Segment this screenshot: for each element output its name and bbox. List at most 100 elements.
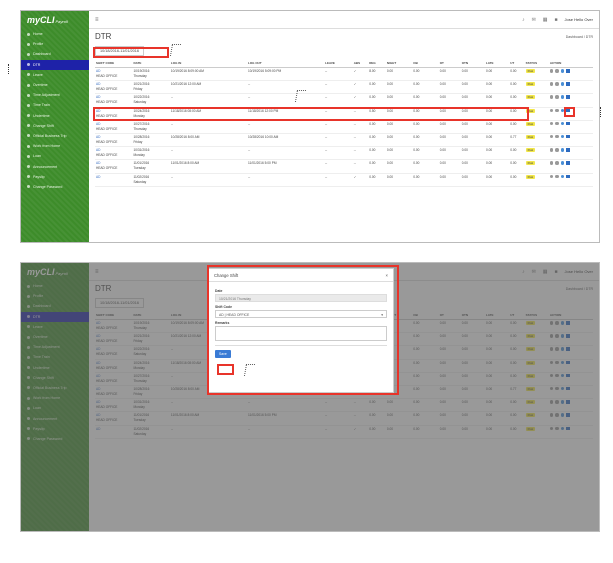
date-range-filter[interactable]: 10/18/2016-11/01/2016	[95, 46, 144, 56]
sidebar-item-dtr[interactable]: DTR	[21, 59, 89, 70]
user-avatar-icon[interactable]: ■	[555, 17, 558, 23]
status-badge: Post	[525, 108, 536, 113]
table-cell: 0.00	[438, 67, 461, 82]
info-icon[interactable]	[560, 108, 565, 113]
sidebar-item-leave[interactable]: Leave	[21, 70, 89, 80]
view-icon[interactable]	[549, 121, 554, 126]
table-row[interactable]: ADHEAD OFFICE11/01/2016Tuesday11/01/2016…	[95, 159, 593, 174]
shift-code-link[interactable]: AD	[96, 161, 131, 165]
user-name[interactable]: Jose Hello Over	[565, 17, 593, 22]
view-icon[interactable]	[549, 161, 554, 165]
sidebar-item-change-password[interactable]: Change Password	[21, 182, 89, 192]
clock-icon[interactable]	[555, 174, 559, 178]
sidebar-item-profile[interactable]: Profile	[21, 39, 89, 49]
sidebar-item-announcement[interactable]: Announcement	[21, 161, 89, 171]
shift-code-link[interactable]: AD	[96, 135, 131, 139]
save-button[interactable]: Save	[215, 350, 231, 358]
shift-code-link[interactable]: AD	[96, 82, 131, 86]
view-icon[interactable]	[549, 95, 554, 99]
info-icon[interactable]	[560, 69, 565, 73]
table-cell: ADHEAD OFFICE	[95, 80, 133, 95]
change-shift-icon[interactable]	[566, 108, 570, 113]
change-shift-icon[interactable]	[566, 121, 570, 126]
clock-icon[interactable]	[555, 148, 559, 152]
table-cell: 0.00	[412, 159, 439, 174]
remarks-textarea[interactable]	[215, 326, 387, 341]
info-icon[interactable]	[560, 82, 565, 86]
table-row[interactable]: ADHEAD OFFICE10/22/2016Saturday------✓0.…	[95, 93, 593, 108]
sidebar-item-dashboard[interactable]: Dashboard	[21, 49, 89, 59]
shift-code-link[interactable]: AD	[96, 109, 131, 113]
table-cell: ADHEAD OFFICE	[95, 146, 133, 161]
change-shift-icon[interactable]	[566, 82, 570, 86]
change-shift-icon[interactable]	[566, 148, 570, 152]
table-row[interactable]: ADHEAD OFFICE10/21/2016Friday10/21/2016 …	[95, 80, 593, 95]
close-icon[interactable]: ×	[386, 273, 388, 278]
sidebar-item-change-shift[interactable]: Change Shift	[21, 121, 89, 131]
clock-icon[interactable]	[555, 95, 559, 99]
view-icon[interactable]	[549, 148, 554, 152]
table-row[interactable]: ADHEAD OFFICE10/24/2016Monday11/18/2016 …	[95, 107, 593, 121]
change-shift-icon[interactable]	[566, 134, 570, 139]
clock-icon[interactable]	[555, 82, 559, 86]
view-icon[interactable]	[549, 69, 554, 73]
sidebar-item-time-train[interactable]: Time Train	[21, 100, 89, 110]
breadcrumb[interactable]: Dashboard / DTR	[566, 35, 593, 39]
clock-icon[interactable]	[555, 161, 559, 165]
clock-icon[interactable]	[555, 121, 559, 126]
info-icon[interactable]	[560, 174, 565, 178]
table-row[interactable]: ADHEAD OFFICE10/31/2016Monday--------0.0…	[95, 146, 593, 161]
table-cell: 0.00	[438, 107, 461, 121]
shift-code-link[interactable]: AD	[96, 122, 131, 126]
change-shift-icon[interactable]	[566, 174, 570, 178]
sidebar-item-work-from-home[interactable]: Work from Home	[21, 141, 89, 151]
sidebar-item-time-adjustment[interactable]: Time Adjustment	[21, 90, 89, 100]
table-cell: 0.00	[438, 133, 461, 148]
sidebar-item-undertime[interactable]: Undertime	[21, 111, 89, 121]
view-icon[interactable]	[549, 108, 554, 113]
sidebar-item-official-business-trip[interactable]: Official Business Trip	[21, 131, 89, 141]
sidebar-item-home[interactable]: Home	[21, 29, 89, 39]
table-cell: --	[352, 107, 369, 121]
clock-icon[interactable]	[555, 69, 559, 73]
shift-code-link[interactable]: AD	[96, 148, 131, 152]
view-icon[interactable]	[549, 174, 554, 178]
table-cell: 0.00	[438, 146, 461, 161]
shift-code-link[interactable]: AD	[96, 175, 131, 179]
info-icon[interactable]	[560, 95, 565, 99]
change-shift-icon[interactable]	[566, 161, 570, 165]
info-icon[interactable]	[560, 134, 565, 139]
table-row[interactable]: ADHEAD OFFICE10/28/2016Friday10/28/2016 …	[95, 133, 593, 148]
sidebar-item-payslip[interactable]: Payslip	[21, 172, 89, 182]
change-shift-icon[interactable]	[566, 95, 570, 99]
table-cell: 0.00	[509, 173, 525, 187]
change-shift-icon[interactable]	[566, 69, 570, 73]
view-icon[interactable]	[549, 82, 554, 86]
mail-icon[interactable]: ✉	[532, 17, 536, 23]
sidebar-item-loan[interactable]: Loan	[21, 151, 89, 161]
table-cell: 11/02/2016Saturday	[132, 173, 170, 187]
table-cell	[548, 67, 593, 82]
table-cell: Post	[524, 80, 549, 95]
shift-code-select[interactable]: AD | HEAD OFFICE ▾	[215, 310, 387, 318]
menu-item-icon	[27, 103, 30, 107]
info-icon[interactable]	[560, 148, 565, 152]
table-row[interactable]: AD11/02/2016Saturday------✓0.000.000.000…	[95, 173, 593, 187]
shift-code-link[interactable]: AD	[96, 69, 131, 73]
sidebar-item-overtime[interactable]: Overtime	[21, 80, 89, 90]
bell-icon[interactable]: ♪	[522, 17, 525, 23]
row-actions	[549, 121, 592, 126]
menu-toggle-icon[interactable]: ≡	[95, 17, 99, 23]
table-row[interactable]: ADHEAD OFFICE10/27/2016Thursday--------0…	[95, 120, 593, 134]
grid-icon[interactable]: ▦	[543, 17, 548, 23]
clock-icon[interactable]	[555, 108, 559, 113]
info-icon[interactable]	[560, 161, 565, 165]
table-cell: --	[247, 93, 325, 108]
row-actions	[549, 108, 592, 113]
view-icon[interactable]	[549, 134, 554, 139]
info-icon[interactable]	[560, 121, 565, 126]
clock-icon[interactable]	[555, 134, 559, 139]
table-row[interactable]: ADHEAD OFFICE10/19/2016Thursday10/19/201…	[95, 67, 593, 82]
shift-code-link[interactable]: AD	[96, 95, 131, 99]
table-cell: --	[324, 146, 353, 161]
